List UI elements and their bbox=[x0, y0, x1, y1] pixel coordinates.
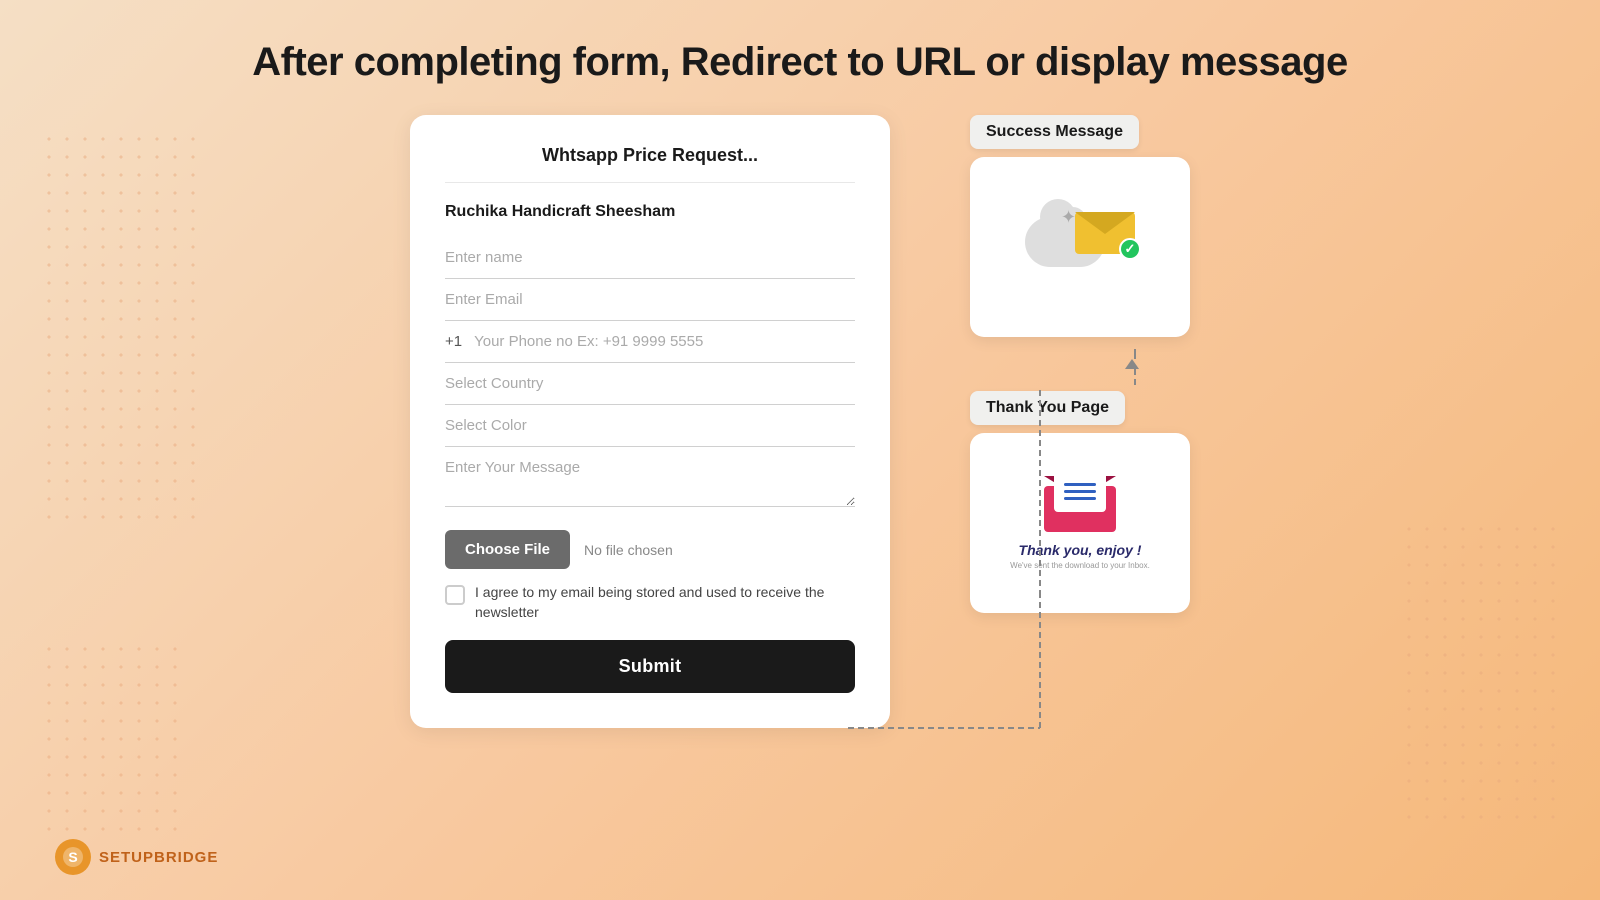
letter-line-2 bbox=[1064, 490, 1096, 493]
open-envelope-letter bbox=[1054, 470, 1106, 512]
country-field-wrapper bbox=[445, 363, 855, 405]
flow-connector-1 bbox=[970, 343, 1190, 385]
logo-text: SETUPBRIDGE bbox=[99, 849, 218, 866]
consent-checkbox[interactable] bbox=[445, 585, 465, 605]
choose-file-button[interactable]: Choose File bbox=[445, 530, 570, 569]
thank-you-sub-text: We've sent the download to your Inbox. bbox=[1010, 561, 1150, 570]
submit-button[interactable]: Submit bbox=[445, 640, 855, 693]
letter-line-1 bbox=[1064, 483, 1096, 486]
letter-line-3 bbox=[1064, 497, 1096, 500]
form-shop-name: Ruchika Handicraft Sheesham bbox=[445, 203, 855, 221]
name-field bbox=[445, 237, 855, 279]
main-content: Whtsapp Price Request... Ruchika Handicr… bbox=[0, 115, 1600, 728]
success-card: ✓ ✦ bbox=[970, 157, 1190, 337]
dashed-line-1 bbox=[1134, 349, 1136, 359]
page-header: After completing form, Redirect to URL o… bbox=[0, 0, 1600, 115]
consent-label: I agree to my email being stored and use… bbox=[475, 583, 855, 622]
email-field-wrapper bbox=[445, 279, 855, 321]
open-envelope-icon bbox=[1044, 476, 1116, 532]
dots-decoration-left bbox=[40, 130, 200, 530]
color-input[interactable] bbox=[445, 405, 855, 447]
form-card: Whtsapp Price Request... Ruchika Handicr… bbox=[410, 115, 890, 728]
sparkle-icon: ✦ bbox=[1061, 207, 1076, 228]
arrow-up-1 bbox=[1125, 359, 1139, 369]
dashed-line-2 bbox=[1134, 369, 1136, 385]
phone-field-wrapper: +1 bbox=[445, 321, 855, 363]
thankyou-flow-item: Thank You Page Thank you, enjoy ! bbox=[970, 391, 1190, 613]
flow-section: Success Message ✓ ✦ bbox=[970, 115, 1190, 613]
email-success-icon: ✓ ✦ bbox=[1025, 207, 1135, 287]
thank-you-text: Thank you, enjoy ! bbox=[1019, 542, 1142, 558]
color-field-wrapper bbox=[445, 405, 855, 447]
no-file-label: No file chosen bbox=[584, 542, 673, 558]
message-textarea[interactable] bbox=[445, 447, 855, 507]
name-input[interactable] bbox=[445, 237, 855, 279]
page-title: After completing form, Redirect to URL o… bbox=[20, 40, 1580, 85]
success-label: Success Message bbox=[970, 115, 1139, 149]
envelope-body: ✓ bbox=[1075, 212, 1135, 254]
form-title: Whtsapp Price Request... bbox=[445, 145, 855, 183]
logo-svg: S bbox=[62, 846, 84, 868]
email-input[interactable] bbox=[445, 279, 855, 321]
success-card-inner: ✓ ✦ bbox=[1025, 207, 1135, 287]
dots-decoration-bottom-left bbox=[40, 640, 180, 840]
success-flow-item: Success Message ✓ ✦ bbox=[970, 115, 1190, 337]
thankyou-card: Thank you, enjoy ! We've sent the downlo… bbox=[970, 433, 1190, 613]
thankyou-card-inner: Thank you, enjoy ! We've sent the downlo… bbox=[994, 460, 1166, 586]
svg-text:S: S bbox=[68, 849, 77, 865]
dots-decoration-right bbox=[1400, 520, 1560, 820]
message-field-wrapper bbox=[445, 447, 855, 512]
checkbox-row: I agree to my email being stored and use… bbox=[445, 583, 855, 622]
phone-input[interactable] bbox=[474, 321, 855, 362]
file-upload-row: Choose File No file chosen bbox=[445, 530, 855, 569]
country-input[interactable] bbox=[445, 363, 855, 405]
logo-icon: S bbox=[55, 839, 91, 875]
check-badge-icon: ✓ bbox=[1119, 238, 1141, 260]
phone-prefix: +1 bbox=[445, 321, 462, 362]
logo-area: S SETUPBRIDGE bbox=[55, 839, 218, 875]
thankyou-label: Thank You Page bbox=[970, 391, 1125, 425]
envelope-icon: ✓ ✦ bbox=[1075, 212, 1135, 257]
envelope-flap bbox=[1075, 212, 1135, 234]
